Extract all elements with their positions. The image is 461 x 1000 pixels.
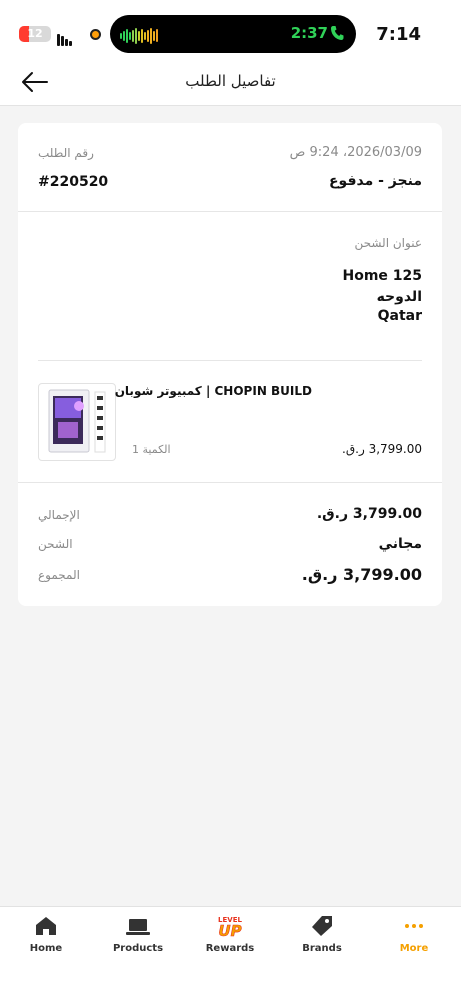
laptop-icon [126,919,150,935]
nav-brands[interactable]: Brands [276,915,368,954]
recording-indicator-icon [90,29,101,40]
total-value: 3,799.00 ر.ق. [301,565,422,584]
battery-indicator: 12 [19,26,51,42]
shipping-address-label: عنوان الشحن [354,236,422,250]
nav-home-label: Home [29,943,63,954]
product-thumbnail[interactable] [38,383,116,461]
more-dots-icon [405,924,423,928]
pc-case-image [48,389,106,453]
subtotal-value: 3,799.00 ر.ق. [316,506,422,522]
nav-more-label: More [399,943,429,954]
total-label: المجموع [38,568,80,582]
product-name[interactable]: كمبيوتر شوبان | CHOPIN BUILD [115,384,312,398]
nav-more[interactable]: More [368,915,460,954]
order-datetime: 2026/03/09، 9:24 ص [289,145,422,160]
shipping-city: الدوحه [376,289,422,305]
shipping-address-line1: Home 125 [342,268,422,284]
call-duration: 2:37 [290,24,328,42]
battery-level: 12 [27,27,43,40]
order-details-card: رقم الطلب #220520 2026/03/09، 9:24 ص منج… [18,123,442,606]
shipping-cost-label: الشحن [38,537,73,551]
nav-rewards[interactable]: LEVEL UP Rewards [184,915,276,954]
dynamic-island[interactable]: 2:37 [110,15,356,53]
tag-icon [312,916,332,936]
shipping-country: Qatar [377,308,422,324]
nav-brands-label: Brands [302,943,342,954]
order-number: #220520 [38,174,109,190]
audio-waveform-icon [120,25,159,44]
nav-rewards-label: Rewards [205,943,255,954]
bottom-navigation: Home Products LEVEL UP Rewards Brands Mo… [0,906,461,1000]
home-icon [36,917,56,935]
signal-icon [57,27,73,46]
section-divider [18,482,442,483]
app-header: تفاصيل الطلب [0,68,461,106]
page-title: تفاصيل الطلب [185,72,276,90]
nav-products-label: Products [112,943,164,954]
svg-text:UP: UP [218,922,241,937]
level-up-logo: LEVEL UP [218,916,242,937]
status-clock: 7:14 [376,24,421,45]
section-divider [38,360,422,361]
nav-products[interactable]: Products [92,915,184,954]
status-bar: 12 2:37 7:14 [0,0,461,68]
product-price: 3,799.00 ر.ق. [342,442,422,456]
nav-home[interactable]: Home [0,915,92,954]
subtotal-label: الإجمالي [38,508,80,522]
order-status: منجز - مدفوع [328,173,422,189]
order-number-label: رقم الطلب [38,146,94,160]
shipping-cost-value: مجاني [378,536,422,552]
product-quantity: الكمية 1 [132,443,171,456]
section-divider [18,211,442,212]
phone-icon [330,25,344,45]
